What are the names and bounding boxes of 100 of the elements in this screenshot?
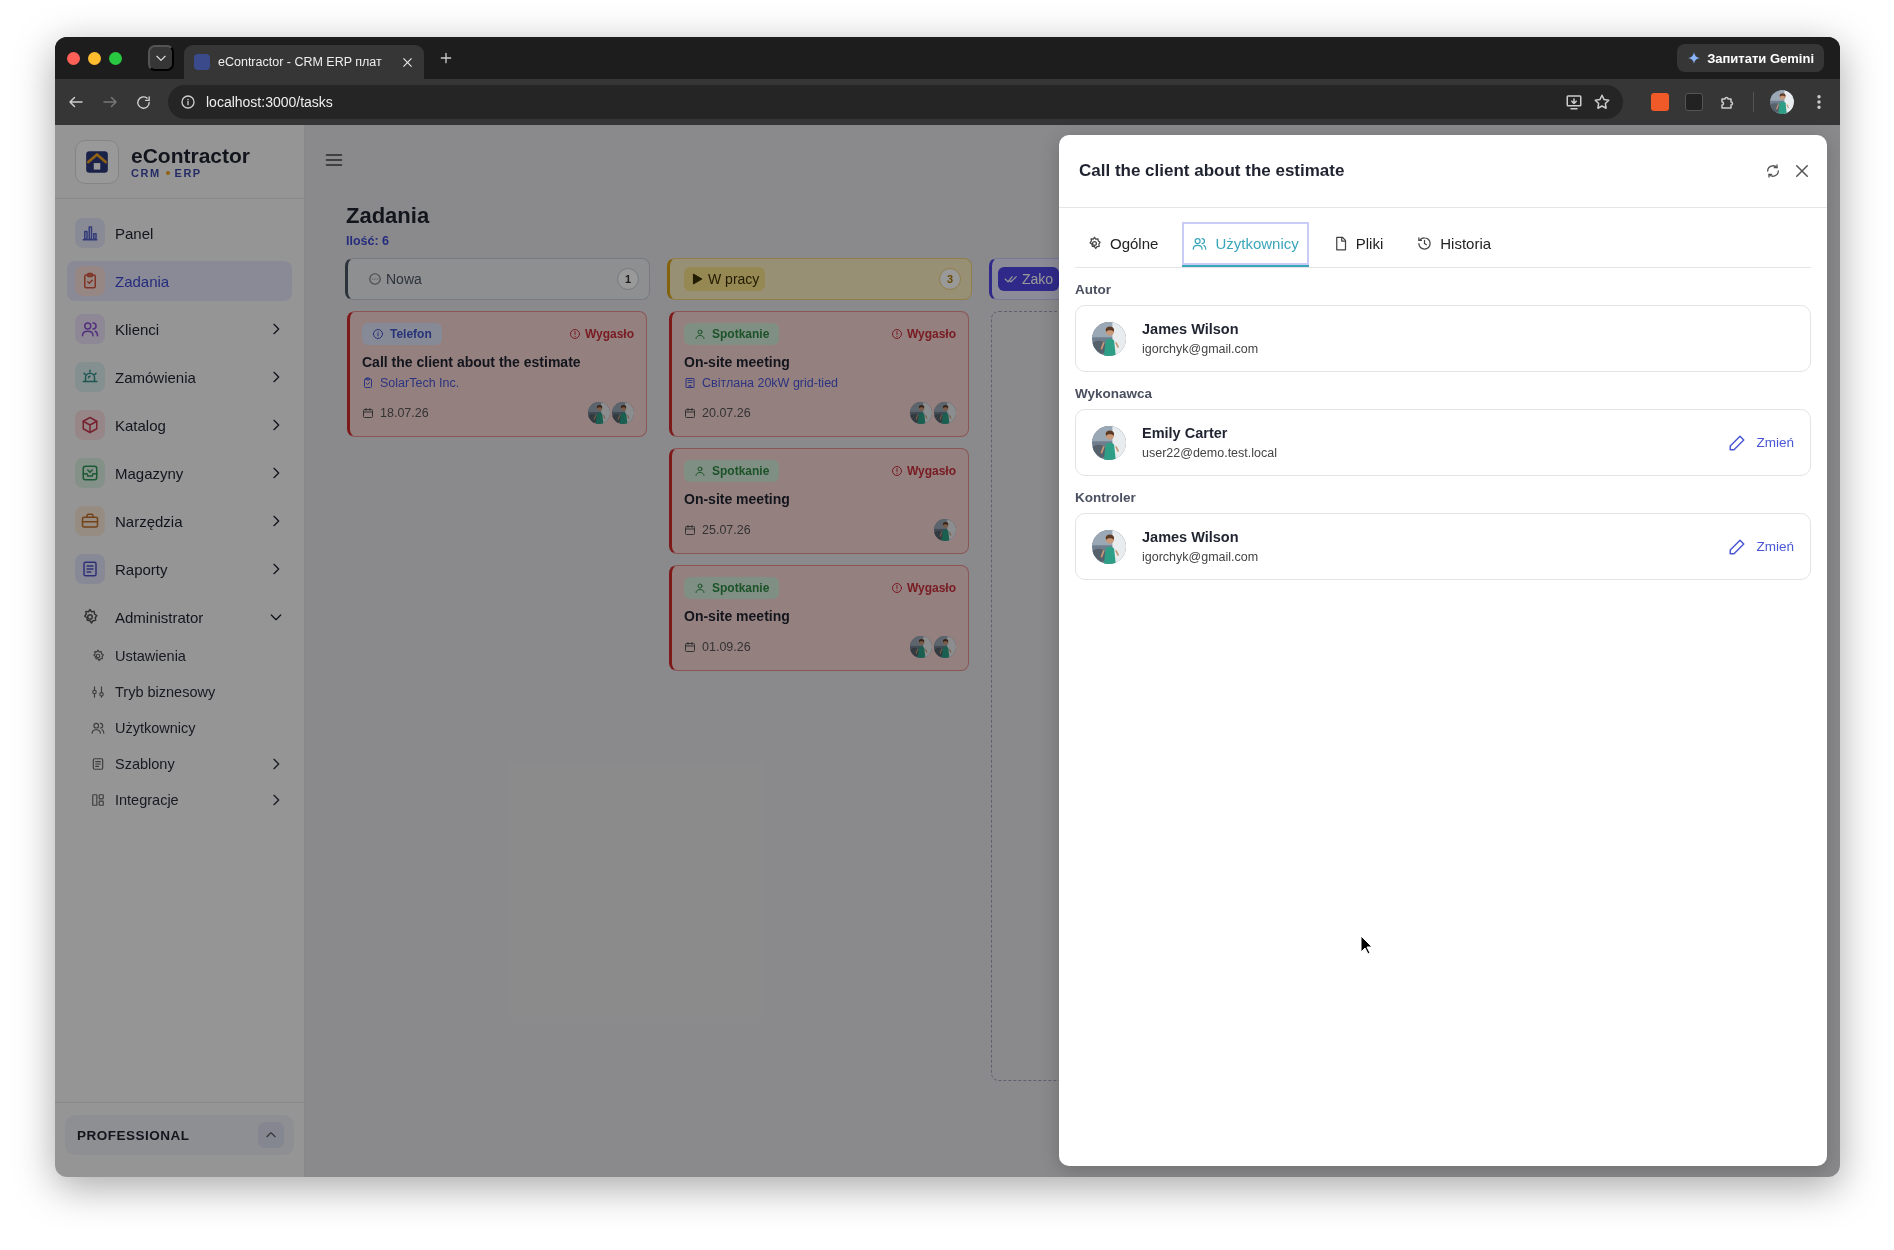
close-icon: [1793, 162, 1811, 180]
building-icon: [684, 377, 696, 389]
alert-icon: [890, 465, 903, 477]
pencil-icon: [1728, 433, 1747, 452]
window-control-icon[interactable]: [109, 51, 122, 65]
address-bar[interactable]: localhost:3000/tasks: [168, 85, 1623, 119]
calendar-icon: [362, 407, 374, 419]
column-title: Nowa: [362, 267, 428, 291]
task-card[interactable]: Spotkanie Wygasło On-site meeting 01.09.26: [669, 565, 969, 671]
task-count: Ilość: 6: [346, 234, 390, 248]
task-card[interactable]: Spotkanie Wygasło On-site meeting Світлана 20kW grid-tied 20.07.26: [669, 311, 969, 437]
user-name: James Wilson: [1142, 321, 1240, 337]
alert-icon: [568, 328, 581, 340]
favicon-icon: [194, 54, 210, 70]
gear-icon: [81, 608, 99, 626]
pencil-icon: [1728, 537, 1747, 556]
user-icon: [694, 465, 706, 477]
user-name: Emily Carter: [1142, 425, 1229, 441]
type-tag: Spotkanie: [684, 460, 780, 482]
users-icon: [91, 721, 105, 735]
clipboard-icon: [362, 377, 374, 389]
user-email: user22@demo.test.local: [1142, 446, 1278, 460]
status-label: Wygasło: [890, 464, 956, 478]
new-tab-icon[interactable]: [438, 50, 454, 66]
site-info-icon[interactable]: [180, 94, 196, 110]
sidebar-item[interactable]: Katalog: [67, 405, 292, 445]
column-title: W pracy: [684, 267, 766, 291]
sidebar-item[interactable]: Zamówienia: [67, 357, 292, 397]
card-link[interactable]: Світлана 20kW grid-tied: [684, 376, 956, 390]
section-label: Wykonawca: [1075, 386, 1154, 401]
sidebar-item[interactable]: Panel: [67, 213, 292, 253]
type-tag: Spotkanie: [684, 577, 780, 599]
inbox-icon: [81, 464, 99, 482]
reload-icon[interactable]: [135, 93, 152, 111]
list-icon: [81, 560, 99, 578]
card-title: On-site meeting: [684, 491, 791, 507]
calendar-icon: [684, 641, 696, 653]
change-button[interactable]: Zmień: [1728, 537, 1794, 556]
section-label: Autor: [1075, 282, 1112, 297]
collapse-button[interactable]: [258, 1122, 284, 1148]
tab-list-button[interactable]: [148, 45, 174, 71]
user-icon: [694, 328, 706, 340]
calendar-icon: [684, 524, 696, 536]
window-control-icon[interactable]: [67, 51, 80, 65]
sidebar-subitem[interactable]: Integracje: [67, 783, 292, 817]
refresh-button[interactable]: [1765, 163, 1781, 179]
due-date: 18.07.26: [380, 406, 429, 420]
alert-icon: [890, 328, 903, 340]
tab[interactable]: Ogólne: [1077, 222, 1169, 267]
tab-title: eContractor - CRM ERP плат: [218, 55, 383, 69]
gemini-button[interactable]: Запитати Gemini: [1677, 44, 1824, 72]
tab[interactable]: Historia: [1407, 222, 1502, 267]
user-email: igorchyk@gmail.com: [1142, 342, 1260, 356]
plan-name: PROFESSIONAL: [77, 1127, 190, 1143]
sidebar-subitem[interactable]: Użytkownicy: [67, 711, 292, 745]
page-title: Zadania: [346, 203, 430, 229]
gear-icon: [1087, 236, 1102, 251]
profile-button[interactable]: [1770, 90, 1794, 114]
users-icon: [81, 320, 99, 338]
clipboard-icon: [81, 272, 99, 290]
box-icon: [81, 416, 99, 434]
history-icon: [1417, 236, 1433, 251]
due-date: 25.07.26: [702, 523, 751, 537]
close-button[interactable]: [1793, 162, 1811, 180]
bookmark-star-icon[interactable]: [1593, 93, 1611, 111]
separator-dot: [165, 171, 170, 176]
user-icon: [694, 582, 706, 594]
sidebar-item[interactable]: Narzędzia: [67, 501, 292, 541]
status-label: Wygasło: [568, 327, 634, 341]
status-icon: [368, 272, 382, 286]
section-label: Kontroler: [1075, 490, 1137, 505]
sidebar-subitem[interactable]: Ustawienia: [67, 639, 292, 673]
sidebar-item[interactable]: Magazyny: [67, 453, 292, 493]
due-date: 01.09.26: [702, 640, 751, 654]
tab[interactable]: Pliki: [1322, 222, 1394, 267]
sidebar-item[interactable]: Zadania: [67, 261, 292, 301]
panel-title: Call the client about the estimate: [1079, 161, 1346, 181]
sidebar-item[interactable]: Klienci: [67, 309, 292, 349]
window-control-icon[interactable]: [88, 51, 101, 65]
type-tag: Telefon: [362, 323, 442, 345]
task-card[interactable]: Telefon Wygasło Call the client about the estimate SolarTech Inc. 18.07.26: [347, 311, 647, 437]
sidebar-subitem[interactable]: Szablony: [67, 747, 292, 781]
browser-tab[interactable]: eContractor - CRM ERP плат: [184, 45, 424, 79]
tab[interactable]: Użytkownicy: [1182, 222, 1309, 267]
gear-icon: [91, 649, 105, 663]
sidebar-item[interactable]: Raporty: [67, 549, 292, 589]
close-icon[interactable]: [401, 55, 414, 69]
card-title: On-site meeting: [684, 608, 791, 624]
cursor-icon: [1360, 935, 1374, 955]
task-card[interactable]: Spotkanie Wygasło On-site meeting 25.07.26: [669, 448, 969, 554]
sidebar-item[interactable]: Administrator: [67, 597, 292, 637]
info-icon: [372, 328, 384, 340]
sidebar-subitem[interactable]: Tryb biznesowy: [67, 675, 292, 709]
brand-tagline: CRM: [131, 167, 161, 180]
change-button[interactable]: Zmień: [1728, 433, 1794, 452]
install-icon[interactable]: [1565, 93, 1583, 111]
card-link[interactable]: SolarTech Inc.: [362, 376, 634, 390]
chart-icon: [81, 224, 99, 242]
user-name: James Wilson: [1142, 529, 1240, 545]
sliders-icon: [91, 685, 105, 699]
